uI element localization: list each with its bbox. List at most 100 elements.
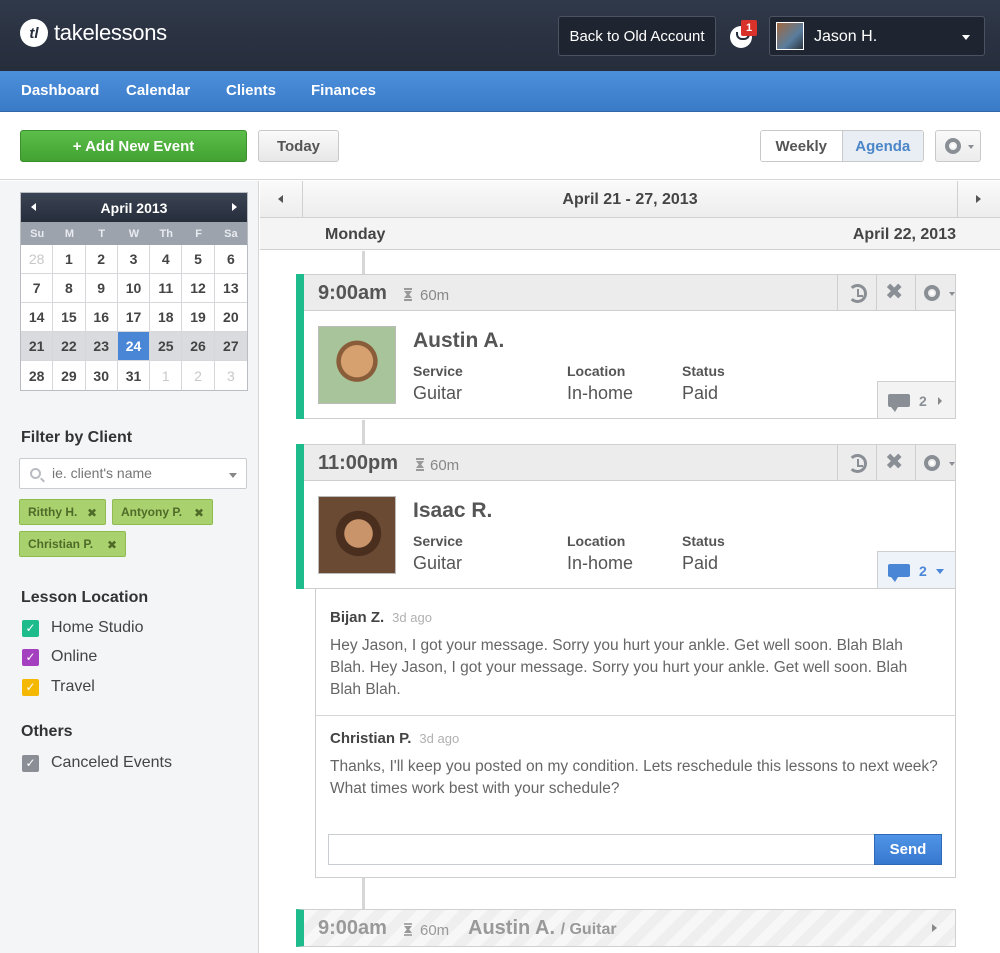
calendar-day[interactable]: 16 <box>85 303 118 332</box>
cancel-event-button[interactable]: ✖ <box>876 275 915 311</box>
calendar-day[interactable]: 20 <box>214 303 247 332</box>
calendar-day[interactable]: 10 <box>117 274 151 303</box>
calendar-day[interactable]: 5 <box>182 245 215 274</box>
event-settings-button[interactable] <box>915 275 963 311</box>
filter-tag[interactable]: Ritthy H. ✖ <box>19 499 106 525</box>
day-date: April 22, 2013 <box>852 226 956 243</box>
calendar-day[interactable]: 17 <box>117 303 151 332</box>
timeline-connector <box>362 420 365 444</box>
user-menu[interactable]: Jason H. <box>769 16 985 56</box>
client-search-input[interactable] <box>52 465 222 481</box>
calendar-day[interactable]: 25 <box>150 332 183 361</box>
calendar-day[interactable]: 15 <box>53 303 86 332</box>
calendar-day[interactable]: 2 <box>182 361 215 390</box>
checkbox-checked-icon[interactable]: ✓ <box>22 754 39 772</box>
send-button[interactable]: Send <box>874 834 942 865</box>
back-to-old-account-button[interactable]: Back to Old Account <box>558 16 716 56</box>
event-time: 11:00pm <box>318 452 399 474</box>
calendar-day[interactable]: 31 <box>118 361 151 390</box>
event-card-collapsed[interactable]: 9:00am 60m Austin A. / Guitar <box>296 909 956 947</box>
event-settings-button[interactable] <box>915 445 963 481</box>
calendar-day[interactable]: 9 <box>85 274 118 303</box>
reply-input[interactable] <box>329 835 875 864</box>
calendar-day[interactable]: 27 <box>214 332 247 361</box>
logo[interactable]: tl takelessons <box>20 19 167 47</box>
add-new-event-button[interactable]: + Add New Event <box>20 130 247 162</box>
calendar-day[interactable]: 6 <box>214 245 247 274</box>
location-online[interactable]: ✓ Online <box>22 648 97 666</box>
checkbox-checked-icon[interactable]: ✓ <box>22 648 39 666</box>
location-travel[interactable]: ✓ Travel <box>22 678 95 696</box>
history-button[interactable] <box>837 445 876 481</box>
comments-toggle[interactable]: 2 <box>877 381 956 419</box>
calendar-day[interactable]: 3 <box>117 245 151 274</box>
client-name[interactable]: Austin A. <box>413 329 504 353</box>
comments-toggle[interactable]: 2 <box>877 551 956 589</box>
nav-finances[interactable]: Finances <box>311 82 376 99</box>
canceled-events-filter[interactable]: ✓ Canceled Events <box>22 754 172 772</box>
calendar-day[interactable]: 28 <box>21 245 54 274</box>
weekly-view-button[interactable]: Weekly <box>761 131 842 161</box>
reply-field[interactable] <box>328 834 875 865</box>
close-icon[interactable]: ✖ <box>107 538 117 552</box>
history-button[interactable] <box>837 275 876 311</box>
calendar-day[interactable]: 29 <box>53 361 86 390</box>
calendar-day[interactable]: 11 <box>150 274 183 303</box>
comment: Christian P. 3d ago Thanks, I'll keep you… <box>316 730 955 800</box>
nav-dashboard[interactable]: Dashboard <box>21 82 99 99</box>
client-name[interactable]: Isaac R. <box>413 499 492 523</box>
calendar-day[interactable]: 14 <box>21 303 54 332</box>
cancel-event-button[interactable]: ✖ <box>876 445 915 481</box>
calendar-day[interactable]: 3 <box>215 361 247 390</box>
agenda-view-button[interactable]: Agenda <box>841 131 923 161</box>
calendar-day[interactable]: 8 <box>53 274 86 303</box>
event-card[interactable]: 11:00pm 60m ✖ Isaac R. Service Guitar Lo… <box>296 444 956 589</box>
chevron-right-icon[interactable] <box>932 924 937 932</box>
calendar-day[interactable]: 1 <box>53 245 86 274</box>
calendar-day[interactable]: 7 <box>21 274 54 303</box>
comment-text: Hey Jason, I got your message. Sorry you… <box>330 637 908 698</box>
client-filter[interactable] <box>19 458 247 489</box>
chevron-down-icon[interactable] <box>229 473 237 478</box>
day-name: Monday <box>325 226 386 243</box>
mini-calendar: April 2013 Su M T W Th F Sa 28 1 2 3 4 5 6 7 8 9 10 11 12 1… <box>20 192 248 391</box>
next-month-icon[interactable] <box>232 203 237 211</box>
calendar-day[interactable]: 23 <box>85 332 118 361</box>
calendar-day[interactable]: 12 <box>182 274 215 303</box>
event-card[interactable]: 9:00am 60m ✖ Austin A. Service Guitar Lo… <box>296 274 956 419</box>
comment-author[interactable]: Bijan Z. <box>330 609 384 626</box>
calendar-day[interactable]: 13 <box>214 274 247 303</box>
previous-month-icon[interactable] <box>31 203 36 211</box>
calendar-day[interactable]: 2 <box>85 245 118 274</box>
nav-clients[interactable]: Clients <box>226 82 276 99</box>
checkbox-checked-icon[interactable]: ✓ <box>22 619 39 637</box>
calendar-day[interactable]: 22 <box>53 332 86 361</box>
calendar-day[interactable]: 4 <box>150 245 183 274</box>
comment-text: Thanks, I'll keep you posted on my condi… <box>330 758 938 797</box>
comment-author[interactable]: Christian P. <box>330 730 411 747</box>
calendar-day[interactable]: 28 <box>21 361 54 390</box>
notifications-button[interactable]: 1 <box>730 20 758 50</box>
calendar-day[interactable]: 19 <box>182 303 215 332</box>
close-icon[interactable]: ✖ <box>87 506 97 520</box>
settings-button[interactable] <box>935 130 981 162</box>
location-home-studio[interactable]: ✓ Home Studio <box>22 619 144 637</box>
next-week-button[interactable] <box>957 181 1000 218</box>
mini-calendar-header: April 2013 <box>21 193 247 222</box>
close-icon[interactable]: ✖ <box>194 506 204 520</box>
calendar-day[interactable]: 30 <box>86 361 118 390</box>
weekday-label: W <box>128 227 140 240</box>
checkbox-checked-icon[interactable]: ✓ <box>22 678 39 696</box>
lesson-location-heading: Lesson Location <box>21 589 149 606</box>
calendar-day[interactable]: 1 <box>150 361 183 390</box>
nav-calendar[interactable]: Calendar <box>126 82 190 99</box>
calendar-day[interactable]: 24 <box>117 332 151 361</box>
filter-tag[interactable]: Christian P. ✖ <box>19 531 126 557</box>
today-button[interactable]: Today <box>258 130 339 162</box>
calendar-day[interactable]: 26 <box>182 332 215 361</box>
status-label: Status <box>682 533 725 549</box>
calendar-day[interactable]: 21 <box>21 332 54 361</box>
chevron-right-icon <box>976 195 981 203</box>
calendar-day[interactable]: 18 <box>150 303 183 332</box>
filter-tag[interactable]: Antyony P. ✖ <box>112 499 213 525</box>
